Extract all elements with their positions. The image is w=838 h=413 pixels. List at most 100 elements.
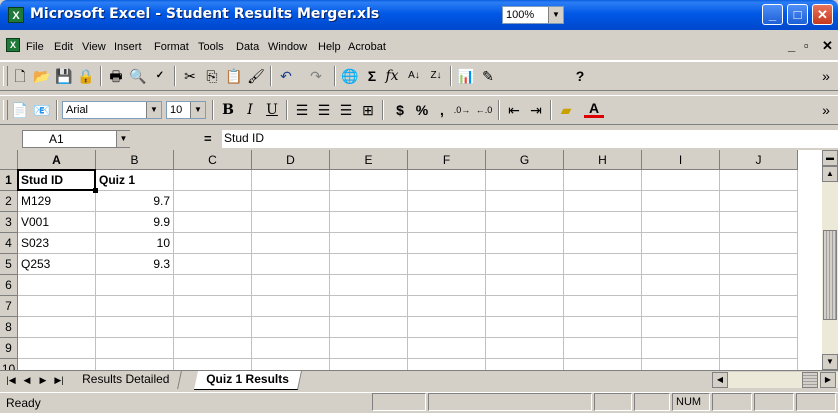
cell-g10[interactable]: [486, 359, 564, 370]
workbook-close-button[interactable]: ✕: [822, 38, 833, 54]
sheet-tab-quiz-1-results[interactable]: Quiz 1 Results: [193, 371, 302, 390]
cell-h10[interactable]: [564, 359, 642, 370]
scroll-up-icon[interactable]: ▲: [822, 166, 838, 182]
toolbar-grip[interactable]: [3, 66, 8, 86]
row-header-3[interactable]: 3: [0, 212, 18, 233]
cell-b2[interactable]: 9.7: [96, 191, 174, 212]
hyperlink-icon[interactable]: 🌐: [340, 66, 360, 86]
menu-insert[interactable]: Insert: [114, 41, 142, 53]
italic-icon[interactable]: I: [240, 100, 260, 120]
row-header-6[interactable]: 6: [0, 275, 18, 296]
menu-window[interactable]: Window: [268, 41, 307, 53]
row-header-1[interactable]: 1: [0, 170, 18, 191]
cell-b9[interactable]: [96, 338, 174, 359]
next-sheet-icon[interactable]: ▶: [36, 373, 50, 387]
cell-d5[interactable]: [252, 254, 330, 275]
excel-app-icon[interactable]: X: [8, 7, 24, 23]
scroll-right-icon[interactable]: ▶: [820, 372, 836, 388]
cell-j2[interactable]: [720, 191, 798, 212]
cell-d8[interactable]: [252, 317, 330, 338]
cell-h9[interactable]: [564, 338, 642, 359]
cell-e9[interactable]: [330, 338, 408, 359]
underline-icon[interactable]: U: [262, 100, 282, 120]
cell-d4[interactable]: [252, 233, 330, 254]
cell-e3[interactable]: [330, 212, 408, 233]
align-center-icon[interactable]: ☰: [314, 100, 334, 120]
align-right-icon[interactable]: ☰: [336, 100, 356, 120]
help-icon[interactable]: ?: [570, 66, 590, 86]
row-header-7[interactable]: 7: [0, 296, 18, 317]
cell-d7[interactable]: [252, 296, 330, 317]
cell-c10[interactable]: [174, 359, 252, 370]
cell-d2[interactable]: [252, 191, 330, 212]
acrobat-email-icon[interactable]: 📧: [32, 100, 52, 120]
column-header-d[interactable]: D: [252, 150, 330, 170]
column-header-b[interactable]: B: [96, 150, 174, 170]
cell-g7[interactable]: [486, 296, 564, 317]
cell-i2[interactable]: [642, 191, 720, 212]
cell-h4[interactable]: [564, 233, 642, 254]
cell-g8[interactable]: [486, 317, 564, 338]
cell-e8[interactable]: [330, 317, 408, 338]
cell-h8[interactable]: [564, 317, 642, 338]
fill-color-icon[interactable]: ▰: [556, 100, 576, 120]
menu-file[interactable]: File: [26, 41, 44, 53]
cell-f7[interactable]: [408, 296, 486, 317]
row-header-5[interactable]: 5: [0, 254, 18, 275]
permission-icon[interactable]: 🔒: [76, 66, 96, 86]
cell-f5[interactable]: [408, 254, 486, 275]
percent-button[interactable]: %: [412, 100, 432, 120]
sort-ascending-icon[interactable]: A↓: [404, 66, 424, 86]
cell-e4[interactable]: [330, 233, 408, 254]
cell-g5[interactable]: [486, 254, 564, 275]
increase-indent-icon[interactable]: ⇥: [526, 100, 546, 120]
cell-c7[interactable]: [174, 296, 252, 317]
cell-g1[interactable]: [486, 170, 564, 191]
cell-h1[interactable]: [564, 170, 642, 191]
font-size-combo[interactable]: 10 ▼: [166, 101, 206, 119]
column-header-g[interactable]: G: [486, 150, 564, 170]
name-box[interactable]: A1: [22, 130, 130, 148]
cell-a8[interactable]: [18, 317, 96, 338]
cell-i8[interactable]: [642, 317, 720, 338]
cell-f9[interactable]: [408, 338, 486, 359]
cell-i6[interactable]: [642, 275, 720, 296]
column-header-f[interactable]: F: [408, 150, 486, 170]
cut-icon[interactable]: ✂: [180, 66, 200, 86]
scroll-left-icon[interactable]: ◀: [712, 372, 728, 388]
column-header-i[interactable]: I: [642, 150, 720, 170]
chevron-down-icon[interactable]: ▼: [548, 7, 563, 23]
cell-h2[interactable]: [564, 191, 642, 212]
formula-input[interactable]: Stud ID: [222, 130, 838, 148]
format-painter-icon[interactable]: 🖌: [246, 66, 266, 86]
menu-edit[interactable]: Edit: [54, 41, 73, 53]
cell-j3[interactable]: [720, 212, 798, 233]
minimize-button[interactable]: _: [762, 4, 783, 25]
chevron-down-icon[interactable]: ▼: [190, 102, 205, 118]
redo-icon[interactable]: ↷: [306, 66, 326, 86]
cell-i7[interactable]: [642, 296, 720, 317]
cell-a10[interactable]: [18, 359, 96, 370]
cell-a7[interactable]: [18, 296, 96, 317]
cell-e7[interactable]: [330, 296, 408, 317]
column-header-c[interactable]: C: [174, 150, 252, 170]
cell-d1[interactable]: [252, 170, 330, 191]
menu-acrobat[interactable]: Acrobat: [348, 41, 386, 53]
drawing-icon[interactable]: ✎: [478, 66, 498, 86]
spelling-icon[interactable]: ✓: [150, 66, 170, 86]
cell-b4[interactable]: 10: [96, 233, 174, 254]
cell-e10[interactable]: [330, 359, 408, 370]
cell-b3[interactable]: 9.9: [96, 212, 174, 233]
fill-handle[interactable]: [93, 188, 98, 193]
horizontal-scrollbar[interactable]: ◀ ▶: [712, 372, 838, 388]
cell-b7[interactable]: [96, 296, 174, 317]
cell-i3[interactable]: [642, 212, 720, 233]
chevron-down-icon[interactable]: ▼: [146, 102, 161, 118]
cell-e2[interactable]: [330, 191, 408, 212]
row-header-4[interactable]: 4: [0, 233, 18, 254]
select-all-corner[interactable]: [0, 150, 18, 170]
menu-help[interactable]: Help: [318, 41, 341, 53]
cell-a1[interactable]: Stud ID: [18, 170, 96, 191]
cell-j6[interactable]: [720, 275, 798, 296]
function-icon[interactable]: fx: [382, 66, 402, 86]
